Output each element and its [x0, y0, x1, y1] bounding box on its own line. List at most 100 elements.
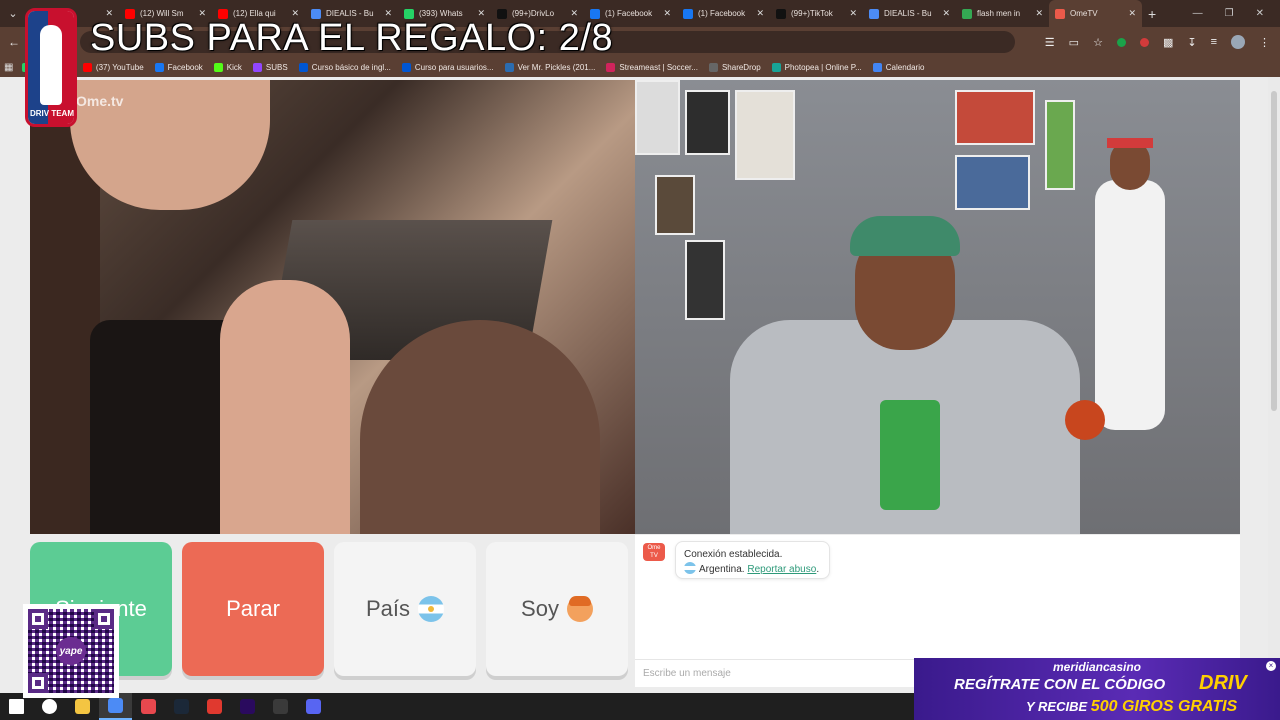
stranger-video: Ome.tv — [30, 80, 635, 534]
tab-close-icon[interactable]: ✕ — [1128, 8, 1136, 19]
browser-tab[interactable]: (99+)TikTok ✕ — [770, 0, 863, 27]
taskbar-item[interactable] — [165, 693, 198, 720]
chrome-icon — [108, 698, 123, 713]
close-window-icon[interactable]: ✕ — [1256, 8, 1264, 19]
team-logo-label: DRIV TEAM — [30, 109, 74, 118]
tab-title: (1) Facebook — [605, 9, 653, 18]
download-icon[interactable]: ↧ — [1187, 36, 1196, 49]
bookmark-item[interactable]: Curso básico de ingl... — [298, 62, 391, 72]
extensions-puzzle-icon[interactable]: ▩ — [1163, 36, 1173, 49]
country-line: Argentina. Reportar abuso. — [684, 562, 821, 577]
translate-icon[interactable]: ☰ — [1045, 36, 1055, 49]
stop-button[interactable]: Parar — [182, 542, 324, 676]
new-tab-plus-icon[interactable]: + — [1148, 6, 1156, 22]
browser-tab[interactable]: OmeTV ✕ — [1049, 0, 1142, 27]
discord-icon — [306, 699, 321, 714]
bookmark-item[interactable]: Curso para usuarios... — [401, 62, 494, 72]
media-player-icon — [141, 699, 156, 714]
tab-title: flash men in — [977, 9, 1021, 18]
gender-button-label: Soy — [521, 596, 559, 621]
bookmarks-bar: ▦ WhatsApp(37) YouTubeFacebookKickSUBSCu… — [0, 57, 1280, 77]
casino-promo-line2: Y RECIBE 500 GIROS GRATIS — [1026, 698, 1237, 716]
stream-overlay-title: SUBS PARA EL REGALO: 2/8 — [90, 17, 614, 59]
bookmark-label: Kick — [226, 62, 242, 72]
bookmark-item[interactable]: Calendario — [872, 62, 925, 72]
player-cutout — [1055, 110, 1215, 534]
windows-taskbar — [0, 693, 914, 720]
streaming-app-icon — [207, 699, 222, 714]
tab-close-icon[interactable]: ✕ — [942, 8, 950, 19]
bookmark-label: Streameast | Soccer... — [619, 62, 698, 72]
youtube-icon — [82, 62, 92, 72]
bookmark-item[interactable]: ShareDrop — [708, 62, 761, 72]
bookmark-label: (37) YouTube — [95, 62, 144, 72]
steam-icon — [174, 699, 189, 714]
toolbar-icons: ☰ ▭ ☆ ▩ ↧ ≡ ⋮ — [1045, 27, 1270, 57]
driv-team-logo: DRIV TEAM — [25, 8, 77, 127]
tab-close-icon[interactable]: ✕ — [849, 8, 857, 19]
boy-avatar-icon — [566, 596, 593, 622]
bookmark-item[interactable]: SUBS — [252, 62, 288, 72]
tab-title: OmeTV — [1070, 9, 1098, 18]
back-arrow-icon[interactable]: ← — [0, 35, 28, 49]
streamer — [730, 216, 1080, 534]
bookmark-label: Curso para usuarios... — [414, 62, 494, 72]
bookmark-item[interactable]: Streameast | Soccer... — [606, 62, 698, 72]
taskbar-item[interactable] — [264, 693, 297, 720]
casino-ad-banner[interactable]: meridiancasino REGÍTRATE CON EL CÓDIGO D… — [914, 658, 1280, 720]
page-scrollbar[interactable] — [1268, 77, 1280, 658]
report-abuse-link[interactable]: Reportar abuso — [747, 564, 816, 575]
extension-green-icon[interactable] — [1116, 37, 1126, 47]
file-explorer-icon — [75, 699, 90, 714]
ad-close-icon[interactable]: × — [1266, 661, 1276, 671]
bookmark-label: Calendario — [885, 62, 925, 72]
casino-promo-line1: REGÍTRATE CON EL CÓDIGO — [954, 676, 1166, 693]
profile-avatar[interactable] — [1231, 35, 1245, 49]
tab-search-chevron-icon[interactable]: ⌄ — [0, 0, 26, 27]
bookmark-item[interactable]: Facebook — [154, 62, 203, 72]
minimize-icon[interactable]: — — [1193, 8, 1203, 19]
window-controls: — ❐ ✕ — [1193, 8, 1280, 19]
taskbar-item[interactable] — [132, 693, 165, 720]
browser-tab[interactable]: (1) Facebook ✕ — [677, 0, 770, 27]
google-icon — [962, 8, 972, 19]
extension-red-icon[interactable] — [1139, 37, 1149, 47]
taskbar-item[interactable] — [231, 693, 264, 720]
facebook-icon — [683, 8, 693, 19]
cast-icon[interactable]: ▭ — [1069, 36, 1079, 49]
tab-close-icon[interactable]: ✕ — [1035, 8, 1043, 19]
sharedrop-icon — [708, 62, 718, 72]
restore-icon[interactable]: ❐ — [1225, 8, 1234, 19]
bookmark-item[interactable]: Photopea | Online P... — [771, 62, 862, 72]
reading-list-icon[interactable]: ≡ — [1211, 36, 1217, 48]
self-video — [635, 80, 1240, 534]
connection-status: Conexión establecida. — [684, 549, 783, 560]
bookmark-label: SUBS — [265, 62, 288, 72]
taskbar-item[interactable] — [297, 693, 330, 720]
browser-tab[interactable]: DIEALIS - Bu ✕ — [863, 0, 956, 27]
casino-line2-prefix: Y RECIBE — [1026, 699, 1088, 714]
bookmark-star-icon[interactable]: ☆ — [1093, 36, 1103, 49]
windows-start-icon — [9, 699, 24, 714]
tab-close-icon[interactable]: ✕ — [663, 8, 671, 19]
bookmark-item[interactable]: Ver Mr. Pickles (201... — [504, 62, 595, 72]
country-button[interactable]: País — [334, 542, 476, 676]
tiktok-icon — [776, 8, 786, 19]
facebook-icon — [154, 62, 164, 72]
streameast-icon — [606, 62, 616, 72]
bookmark-label: Curso básico de ingl... — [311, 62, 391, 72]
system-message: Conexión establecida. Argentina. Reporta… — [675, 541, 830, 579]
stop-button-label: Parar — [226, 596, 280, 621]
scroll-thumb[interactable] — [1271, 91, 1277, 411]
browser-tab[interactable]: flash men in ✕ — [956, 0, 1049, 27]
taskbar-item[interactable] — [198, 693, 231, 720]
bookmark-item[interactable]: Kick — [213, 62, 242, 72]
bookmark-item[interactable]: (37) YouTube — [82, 62, 144, 72]
tab-close-icon[interactable]: ✕ — [756, 8, 764, 19]
gender-button[interactable]: Soy — [486, 542, 628, 676]
apps-grid-icon[interactable]: ▦ — [4, 62, 22, 73]
site-icon — [504, 62, 514, 72]
menu-kebab-icon[interactable]: ⋮ — [1259, 36, 1270, 49]
coursera-icon — [298, 62, 308, 72]
yape-logo: yape — [56, 637, 86, 665]
